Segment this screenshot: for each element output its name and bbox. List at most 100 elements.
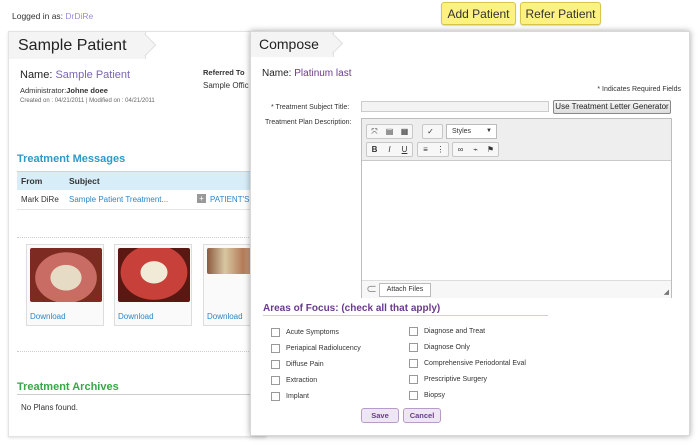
rich-text-editor[interactable]: ⤧ ▤ ▦ ✓ Styles ▼ B I U ≡ ⋮ ∞ ⌁ ⚑ ⊂ Attac… [361, 118, 672, 298]
checkbox-label: Comprehensive Periodontal Eval [424, 359, 526, 367]
checkbox-label: Diffuse Pain [286, 360, 324, 368]
checkbox-extraction[interactable]: Extraction [271, 375, 317, 385]
checkbox-acute-symptoms[interactable]: Acute Symptoms [271, 327, 339, 337]
compose-name-value: Platinum last [294, 68, 352, 79]
checkbox-diffuse-pain[interactable]: Diffuse Pain [271, 359, 324, 369]
image-thumbnail: Download [114, 244, 192, 326]
dental-photo[interactable] [118, 248, 190, 302]
image-thumbnail: Download [26, 244, 104, 326]
checkbox[interactable] [271, 327, 280, 337]
paste-icon[interactable]: ▤ [383, 125, 396, 138]
styles-select-label: Styles [452, 128, 472, 135]
checkbox-comprehensive-periodontal-eval[interactable]: Comprehensive Periodontal Eval [409, 358, 526, 368]
patient-name: Name: Sample Patient [20, 69, 130, 81]
checkbox[interactable] [271, 343, 280, 353]
bold-icon[interactable]: B [368, 143, 381, 156]
checkbox-label: Biopsy [424, 391, 446, 399]
subject-title-input[interactable] [361, 101, 549, 112]
administrator-value: Johne doee [66, 86, 108, 95]
checkbox-label: Diagnose and Treat [424, 327, 486, 335]
toolbar-group-lists: ≡ ⋮ [417, 142, 449, 157]
attach-files-button[interactable]: Attach Files [379, 283, 431, 297]
checkbox[interactable] [409, 358, 418, 368]
compose-name: Name: Platinum last [262, 68, 351, 79]
column-from: From [21, 176, 43, 186]
checkbox-label: Periapical Radiolucency [286, 344, 361, 352]
checkbox[interactable] [409, 374, 418, 384]
styles-select[interactable]: Styles ▼ [446, 124, 497, 139]
refer-patient-button[interactable]: Refer Patient [520, 2, 601, 25]
checkbox-label: Diagnose Only [424, 343, 470, 351]
checkbox[interactable] [271, 391, 280, 401]
areas-of-focus-title: Areas of Focus: (check all that apply) [263, 303, 441, 314]
image-gallery: Download Download Download [17, 237, 281, 352]
patient-tab-title: Sample Patient [9, 32, 146, 59]
logged-in-text: Logged in as: DrDiRe [12, 11, 93, 21]
cancel-button[interactable]: Cancel [403, 408, 441, 423]
divider [17, 394, 267, 395]
bulleted-list-icon[interactable]: ⋮ [434, 143, 447, 156]
checkbox-diagnose-only[interactable]: Diagnose Only [409, 342, 470, 352]
checkbox-periapical-radiolucency[interactable]: Periapical Radiolucency [271, 343, 361, 353]
spellcheck-icon[interactable]: ✓ [424, 125, 437, 138]
logged-in-user[interactable]: DrDiRe [65, 11, 93, 21]
download-link[interactable]: Download [118, 312, 154, 321]
treatment-letter-generator-button[interactable]: Use Treatment Letter Generator [553, 100, 671, 114]
logged-in-label: Logged in as: [12, 11, 64, 21]
link-icon[interactable]: ∞ [454, 143, 467, 156]
dental-photo[interactable] [30, 248, 102, 302]
checkbox[interactable] [409, 342, 418, 352]
no-plans-text: No Plans found. [21, 403, 78, 412]
save-button[interactable]: Save [361, 408, 399, 423]
table-row: Mark DiRe Sample Patient Treatment... + … [17, 190, 267, 210]
compose-tab-title: Compose [251, 32, 334, 57]
paperclip-icon: ⊂ [366, 281, 377, 296]
download-link[interactable]: Download [207, 312, 243, 321]
maximize-icon[interactable]: ⤧ [368, 125, 381, 138]
checkbox-label: Prescriptive Surgery [424, 375, 488, 383]
chevron-down-icon: ▼ [486, 128, 492, 134]
compose-dialog: Compose Name: Platinum last * Indicates … [250, 31, 690, 436]
resize-handle-icon[interactable]: ◢ [664, 288, 669, 296]
download-link[interactable]: Download [30, 312, 66, 321]
checkbox[interactable] [409, 326, 418, 336]
referred-to-label: Referred To [203, 68, 245, 77]
treatment-messages-title: Treatment Messages [17, 153, 126, 165]
toolbar-group-format: B I U [366, 142, 413, 157]
italic-icon[interactable]: I [383, 143, 396, 156]
administrator: Administrator:Johne doee [20, 86, 108, 95]
required-fields-note: * Indicates Required Fields [597, 86, 681, 93]
checkbox[interactable] [271, 359, 280, 369]
underline-icon[interactable]: U [398, 143, 411, 156]
checkbox[interactable] [409, 390, 418, 400]
administrator-label: Administrator: [20, 86, 67, 95]
editor-toolbar: ⤧ ▤ ▦ ✓ Styles ▼ B I U ≡ ⋮ ∞ ⌁ ⚑ [362, 119, 671, 161]
message-subject-link[interactable]: Sample Patient Treatment... [69, 195, 168, 204]
subject-title-label: * Treatment Subject Title: [271, 104, 350, 111]
patient-panel: Sample Patient Name: Sample Patient Admi… [8, 31, 281, 437]
add-patient-button[interactable]: Add Patient [441, 2, 516, 25]
checkbox-implant[interactable]: Implant [271, 391, 309, 401]
description-label: Treatment Plan Description: [265, 119, 352, 126]
checkbox[interactable] [271, 375, 280, 385]
toolbar-group-clipboard: ⤧ ▤ ▦ [366, 124, 413, 139]
checkbox-label: Acute Symptoms [286, 328, 339, 336]
created-modified-dates: Created on : 04/21/2011 | Modified on : … [20, 98, 155, 104]
paste-word-icon[interactable]: ▦ [398, 125, 411, 138]
checkbox-prescriptive-surgery[interactable]: Prescriptive Surgery [409, 374, 487, 384]
message-from: Mark DiRe [21, 195, 59, 204]
unlink-icon[interactable]: ⌁ [469, 143, 482, 156]
checkbox-biopsy[interactable]: Biopsy [409, 390, 445, 400]
toolbar-group-links: ∞ ⌁ ⚑ [452, 142, 499, 157]
flag-icon[interactable]: ⚑ [484, 143, 497, 156]
divider [263, 315, 548, 316]
messages-table-header: From Subject [17, 171, 267, 190]
checkbox-diagnose-and-treat[interactable]: Diagnose and Treat [409, 326, 485, 336]
plus-icon[interactable]: + [197, 194, 206, 203]
compose-name-label: Name: [262, 68, 292, 79]
checkbox-label: Implant [286, 392, 309, 400]
numbered-list-icon[interactable]: ≡ [419, 143, 432, 156]
referred-to-value: Sample Offic [203, 81, 249, 90]
top-bar: Logged in as: DrDiRe Add Patient Refer P… [0, 0, 700, 30]
toolbar-group-spell: ✓ [422, 124, 443, 139]
